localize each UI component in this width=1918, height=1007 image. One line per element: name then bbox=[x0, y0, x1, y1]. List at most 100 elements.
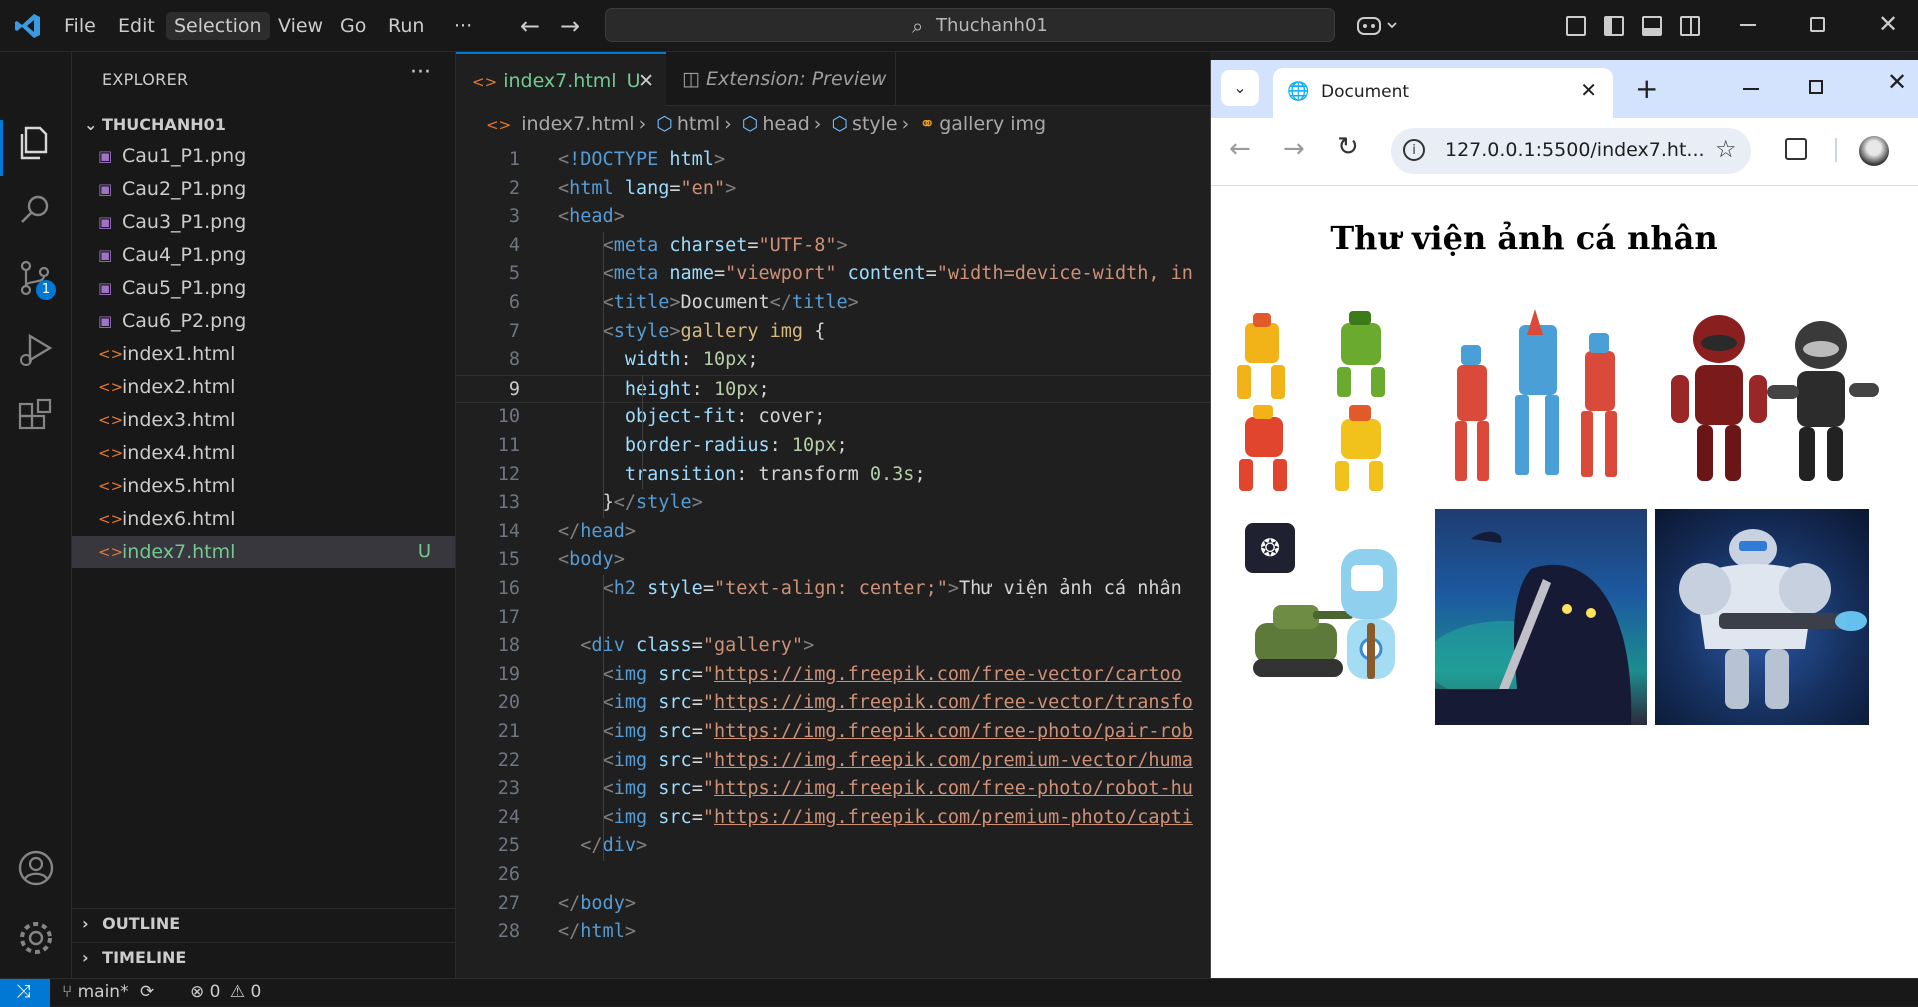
menu-file[interactable]: File bbox=[56, 12, 104, 40]
code-line[interactable]: 6 <title>Document</title> bbox=[456, 289, 1210, 318]
code-line[interactable]: 25 </div> bbox=[456, 832, 1210, 861]
code-line[interactable]: 13 }</style> bbox=[456, 489, 1210, 518]
breadcrumb-item[interactable]: style bbox=[852, 113, 898, 135]
breadcrumb-item[interactable]: html bbox=[677, 113, 720, 135]
code-line[interactable]: 15 <body> bbox=[456, 546, 1210, 575]
remote-indicator[interactable]: ⤨ bbox=[0, 979, 50, 1007]
run-debug-icon[interactable] bbox=[16, 330, 56, 370]
back-arrow-icon[interactable]: ← bbox=[1229, 134, 1251, 164]
address-bar[interactable]: i 127.0.0.1:5500/index7.ht... ☆ bbox=[1391, 128, 1751, 174]
file-item[interactable]: ▣ Cau2_P1.png bbox=[72, 173, 455, 205]
code-line[interactable]: 5 <meta name="viewport" content="width=d… bbox=[456, 260, 1210, 289]
tab-index7[interactable]: <> index7.html U ✕ bbox=[456, 52, 666, 106]
code-line[interactable]: 27 </body> bbox=[456, 890, 1210, 919]
file-item[interactable]: <> index7.html U bbox=[72, 536, 455, 568]
file-item[interactable]: <> index2.html bbox=[72, 371, 455, 403]
branch-indicator[interactable]: ⑂ main* ⟳ bbox=[62, 982, 154, 1002]
code-line[interactable]: 22 <img src="https://img.freepik.com/pre… bbox=[456, 747, 1210, 776]
forward-arrow-icon[interactable]: → bbox=[560, 12, 580, 40]
code-line[interactable]: 20 <img src="https://img.freepik.com/fre… bbox=[456, 689, 1210, 718]
toggle-primary-sidebar-icon[interactable] bbox=[1604, 16, 1624, 36]
problems-indicator[interactable]: ⊗ 0 ⚠ 0 bbox=[190, 982, 261, 1002]
sync-icon[interactable]: ⟳ bbox=[140, 982, 154, 1002]
breadcrumb-item[interactable]: gallery img bbox=[939, 113, 1046, 135]
tab-search-dropdown-icon[interactable]: ⌄ bbox=[1221, 70, 1259, 106]
explorer-more-actions-icon[interactable]: ··· bbox=[410, 60, 431, 85]
file-item[interactable]: ▣ Cau6_P2.png bbox=[72, 305, 455, 337]
browser-tab[interactable]: 🌐 Document ✕ bbox=[1273, 68, 1613, 118]
code-line[interactable]: 1 <!DOCTYPE html> bbox=[456, 146, 1210, 175]
code-line[interactable]: 28 </html> bbox=[456, 918, 1210, 947]
code-line[interactable]: 18 <div class="gallery"> bbox=[456, 632, 1210, 661]
menu-more[interactable]: ··· bbox=[446, 12, 480, 40]
file-item[interactable]: ▣ Cau3_P1.png bbox=[72, 206, 455, 238]
code-line[interactable]: 14 </head> bbox=[456, 518, 1210, 547]
site-info-icon[interactable]: i bbox=[1403, 139, 1425, 161]
tab-extension-preview[interactable]: ◫ Extension: Preview bbox=[666, 52, 896, 106]
minimize-icon[interactable] bbox=[1743, 88, 1759, 90]
code-line[interactable]: 19 <img src="https://img.freepik.com/fre… bbox=[456, 661, 1210, 690]
file-item[interactable]: ▣ Cau1_P1.png bbox=[72, 140, 455, 172]
menu-selection[interactable]: Selection bbox=[166, 12, 270, 40]
code-editor[interactable]: 1 <!DOCTYPE html> 2 <html lang="en"> 3 <head>… bbox=[456, 142, 1210, 972]
settings-gear-icon[interactable] bbox=[16, 918, 56, 958]
extensions-puzzle-icon[interactable] bbox=[1785, 138, 1807, 160]
folder-header[interactable]: ⌄ THUCHANH01 bbox=[78, 110, 454, 140]
menu-edit[interactable]: Edit bbox=[110, 12, 163, 40]
minimize-icon[interactable] bbox=[1740, 24, 1756, 26]
code-line[interactable]: 17 bbox=[456, 604, 1210, 633]
code-line[interactable]: 3 <head> bbox=[456, 203, 1210, 232]
command-center-search[interactable]: ⌕ Thuchanh01 bbox=[605, 8, 1335, 42]
outline-section[interactable]: › OUTLINE bbox=[82, 914, 180, 933]
restore-icon[interactable] bbox=[1810, 17, 1825, 32]
search-icon[interactable] bbox=[16, 190, 56, 230]
code-line[interactable]: 24 <img src="https://img.freepik.com/pre… bbox=[456, 804, 1210, 833]
file-item[interactable]: <> index5.html bbox=[72, 470, 455, 502]
code-line[interactable]: 21 <img src="https://img.freepik.com/fre… bbox=[456, 718, 1210, 747]
file-item[interactable]: ▣ Cau4_P1.png bbox=[72, 239, 455, 271]
reload-icon[interactable]: ↻ bbox=[1337, 132, 1359, 162]
breadcrumb-item[interactable]: head bbox=[762, 113, 809, 135]
extensions-icon[interactable] bbox=[16, 398, 56, 438]
customize-layout-icon[interactable] bbox=[1566, 16, 1586, 36]
code-line[interactable]: 7 <style>gallery img { bbox=[456, 318, 1210, 347]
breadcrumb-item[interactable]: index7.html bbox=[521, 113, 634, 135]
forward-arrow-icon[interactable]: → bbox=[1283, 134, 1305, 164]
timeline-section[interactable]: › TIMELINE bbox=[82, 948, 186, 967]
bookmark-star-icon[interactable]: ☆ bbox=[1715, 135, 1737, 163]
indent-guide bbox=[642, 374, 643, 490]
breadcrumb: <> index7.html › ⬡ html › ⬡ head › ⬡ style › ⚭ g… bbox=[456, 106, 1210, 142]
code-line[interactable]: 9 height: 10px; bbox=[456, 374, 1210, 404]
code-line[interactable]: 23 <img src="https://img.freepik.com/fre… bbox=[456, 775, 1210, 804]
code-line[interactable]: 12 transition: transform 0.3s; bbox=[456, 461, 1210, 490]
copilot-icon[interactable] bbox=[1356, 14, 1400, 38]
source-control-icon[interactable]: 1 bbox=[16, 258, 56, 300]
code-line[interactable]: 16 <h2 style="text-align: center;">Thư v… bbox=[456, 575, 1210, 604]
file-item[interactable]: ▣ Cau5_P1.png bbox=[72, 272, 455, 304]
avatar[interactable] bbox=[1859, 136, 1889, 166]
code-line[interactable]: 8 width: 10px; bbox=[456, 346, 1210, 375]
maximize-icon[interactable] bbox=[1809, 80, 1823, 94]
close-tab-icon[interactable]: ✕ bbox=[1580, 78, 1597, 102]
code-line[interactable]: 10 object-fit: cover; bbox=[456, 403, 1210, 432]
toggle-secondary-sidebar-icon[interactable] bbox=[1680, 16, 1700, 36]
code-line[interactable]: 4 <meta charset="UTF-8"> bbox=[456, 232, 1210, 261]
menu-view[interactable]: View bbox=[270, 12, 331, 40]
new-tab-icon[interactable]: + bbox=[1635, 72, 1658, 105]
code-line[interactable]: 11 border-radius: 10px; bbox=[456, 432, 1210, 461]
close-window-icon[interactable]: ✕ bbox=[1887, 68, 1907, 96]
close-window-icon[interactable]: ✕ bbox=[1878, 10, 1898, 38]
file-item[interactable]: <> index4.html bbox=[72, 437, 455, 469]
file-item[interactable]: <> index3.html bbox=[72, 404, 455, 436]
menu-run[interactable]: Run bbox=[380, 12, 432, 40]
close-tab-icon[interactable]: ✕ bbox=[638, 54, 654, 108]
toggle-panel-icon[interactable] bbox=[1642, 16, 1662, 36]
back-arrow-icon[interactable]: ← bbox=[520, 12, 540, 40]
file-item[interactable]: <> index1.html bbox=[72, 338, 455, 370]
explorer-icon[interactable] bbox=[16, 122, 56, 162]
code-line[interactable]: 2 <html lang="en"> bbox=[456, 175, 1210, 204]
code-line[interactable]: 26 bbox=[456, 861, 1210, 890]
file-item[interactable]: <> index6.html bbox=[72, 503, 455, 535]
menu-go[interactable]: Go bbox=[332, 12, 374, 40]
accounts-icon[interactable] bbox=[16, 848, 56, 888]
